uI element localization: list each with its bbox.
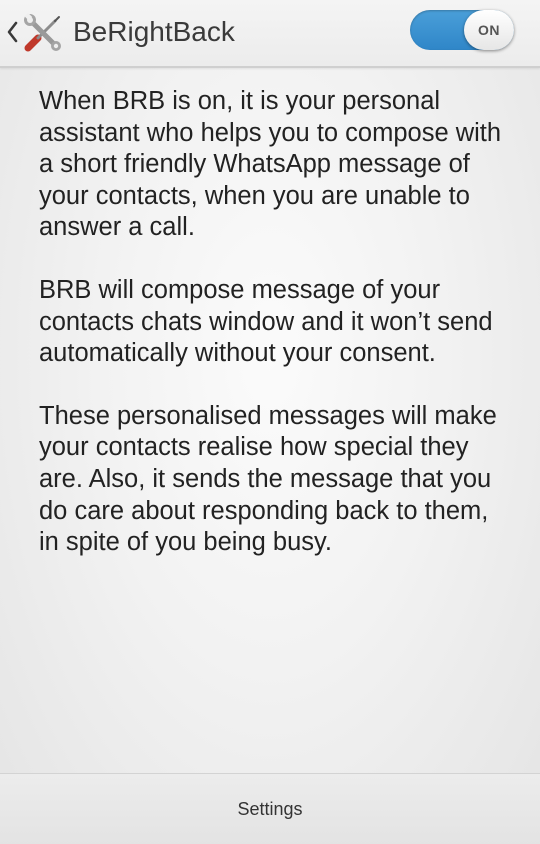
action-bar: BeRightBack ON [0,0,540,68]
tools-wrench-screwdriver-icon [24,12,61,52]
app-title: BeRightBack [73,16,235,47]
brb-toggle-switch[interactable]: ON [410,10,514,50]
description-paragraph-2: BRB will compose message of your contact… [39,275,493,368]
toggle-thumb[interactable]: ON [464,10,514,50]
description-paragraph-3: These personalised messages will make yo… [39,401,497,557]
description-paragraph-1: When BRB is on, it is your personal assi… [39,87,502,242]
settings-button[interactable]: Settings [0,774,540,844]
settings-label: Settings [237,799,303,819]
bottom-bar: Settings [0,773,540,844]
up-navigation-button[interactable]: BeRightBack [0,0,240,66]
chevron-left-icon [7,21,18,43]
toggle-state-label: ON [478,22,500,38]
description-content: When BRB is on, it is your personal assi… [39,86,509,590]
